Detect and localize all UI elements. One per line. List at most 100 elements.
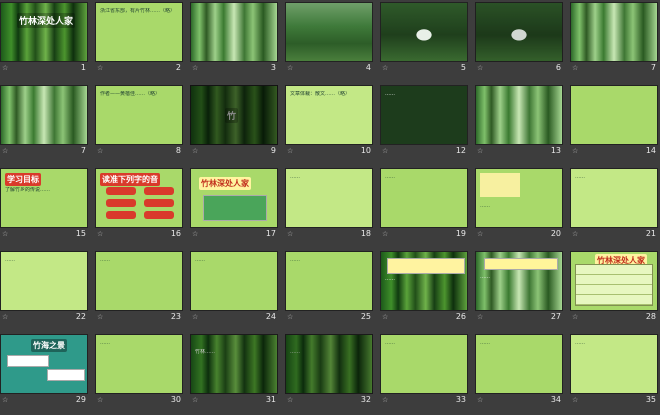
- slide-indicator-icon: ☆: [2, 396, 9, 404]
- slide-thumbnail[interactable]: …… ☆ 27: [475, 251, 563, 323]
- slide-indicator-icon: ☆: [382, 64, 389, 72]
- slide-number: 21: [645, 229, 656, 238]
- slide-number: 35: [645, 395, 656, 404]
- slide-thumbnail[interactable]: 竹林深处人家 ☆ 28: [570, 251, 658, 323]
- slide-sorter-grid: 竹林深处人家 ☆ 1 浙江省东部，有片竹林……（略） ☆ 2 ☆ 3 ☆ 4 ☆…: [0, 0, 660, 415]
- slide-number: 20: [550, 229, 561, 238]
- slide-number: 33: [455, 395, 466, 404]
- slide-thumbnail[interactable]: …… ☆ 23: [95, 251, 183, 323]
- slide-indicator-icon: ☆: [192, 313, 199, 321]
- slide-body-text: ……: [195, 257, 205, 263]
- slide-body-text: ……: [100, 257, 110, 263]
- slide-thumbnail[interactable]: ☆ 5: [380, 2, 468, 74]
- slide-number: 7: [80, 146, 86, 155]
- slide-body-text: ……: [290, 349, 300, 355]
- slide-body-text: ……: [575, 174, 585, 180]
- word-chip: [144, 211, 174, 219]
- word-chip: [144, 187, 174, 195]
- slide-thumbnail[interactable]: 读准下列字的音 ☆ 16: [95, 168, 183, 240]
- slide-indicator-icon: ☆: [97, 313, 104, 321]
- slide-thumbnail[interactable]: …… ☆ 33: [380, 334, 468, 406]
- slide-thumbnail[interactable]: …… ☆ 19: [380, 168, 468, 240]
- slide-number: 34: [550, 395, 561, 404]
- slide-number: 7: [650, 63, 656, 72]
- slide-panel: [203, 195, 267, 221]
- slide-thumbnail[interactable]: …… ☆ 22: [0, 251, 88, 323]
- slide-number: 6: [555, 63, 561, 72]
- slide-indicator-icon: ☆: [382, 396, 389, 404]
- slide-indicator-icon: ☆: [287, 147, 294, 155]
- slide-body-text: ……: [100, 340, 110, 346]
- slide-body-text: 文章体裁：散文……（略）: [290, 91, 351, 97]
- slide-thumbnail[interactable]: …… ☆ 25: [285, 251, 373, 323]
- slide-title: 竹林深处人家: [17, 13, 76, 28]
- slide-number: 1: [80, 63, 86, 72]
- word-chip: [144, 199, 174, 207]
- slide-thumbnail[interactable]: 竹 ☆ 9: [190, 85, 278, 157]
- slide-indicator-icon: ☆: [477, 396, 484, 404]
- slide-thumbnail[interactable]: …… ☆ 32: [285, 334, 373, 406]
- slide-thumbnail[interactable]: ☆ 14: [570, 85, 658, 157]
- slide-indicator-icon: ☆: [97, 147, 104, 155]
- slide-thumbnail[interactable]: …… ☆ 24: [190, 251, 278, 323]
- slide-body-text: 作者——黄蓓佳……（略）: [100, 91, 161, 97]
- slide-number: 16: [170, 229, 181, 238]
- slide-thumbnail[interactable]: 浙江省东部，有片竹林……（略） ☆ 2: [95, 2, 183, 74]
- slide-number: 19: [455, 229, 466, 238]
- slide-body-text: ……: [385, 91, 395, 97]
- slide-thumbnail[interactable]: ☆ 7: [570, 2, 658, 74]
- slide-thumbnail[interactable]: 竹林深处人家 ☆ 1: [0, 2, 88, 74]
- slide-number: 10: [360, 146, 371, 155]
- slide-thumbnail[interactable]: ☆ 3: [190, 2, 278, 74]
- slide-body-text: ……: [385, 174, 395, 180]
- slide-body-text: ……: [5, 257, 15, 263]
- slide-number: 27: [550, 312, 561, 321]
- slide-number: 26: [455, 312, 466, 321]
- slide-thumbnail[interactable]: ☆ 13: [475, 85, 563, 157]
- slide-thumbnail[interactable]: ☆ 4: [285, 2, 373, 74]
- slide-indicator-icon: ☆: [97, 396, 104, 404]
- slide-thumbnail[interactable]: 竹林…… ☆ 31: [190, 334, 278, 406]
- slide-title: 读准下列字的音: [100, 173, 160, 186]
- slide-indicator-icon: ☆: [192, 64, 199, 72]
- slide-body-text: ……: [385, 340, 395, 346]
- slide-thumbnail[interactable]: …… ☆ 21: [570, 168, 658, 240]
- slide-thumbnail[interactable]: ☆ 7: [0, 85, 88, 157]
- slide-indicator-icon: ☆: [192, 147, 199, 155]
- slide-thumbnail[interactable]: 学习目标 了解竹乡的传说…… ☆ 15: [0, 168, 88, 240]
- slide-thumbnail[interactable]: …… ☆ 34: [475, 334, 563, 406]
- slide-thumbnail[interactable]: 竹海之景 ☆ 29: [0, 334, 88, 406]
- slide-number: 30: [170, 395, 181, 404]
- slide-body-text: ……: [480, 340, 490, 346]
- slide-number: 32: [360, 395, 371, 404]
- slide-body-text: [575, 91, 653, 141]
- slide-number: 8: [175, 146, 181, 155]
- slide-thumbnail[interactable]: 文章体裁：散文……（略） ☆ 10: [285, 85, 373, 157]
- word-chip: [106, 199, 136, 207]
- slide-body-text: 了解竹乡的传说……: [5, 187, 51, 193]
- slide-indicator-icon: ☆: [287, 230, 294, 238]
- slide-thumbnail[interactable]: …… ☆ 20: [475, 168, 563, 240]
- slide-indicator-icon: ☆: [572, 230, 579, 238]
- slide-body-text: ……: [575, 340, 585, 346]
- slide-thumbnail[interactable]: ☆ 6: [475, 2, 563, 74]
- slide-thumbnail[interactable]: 竹林深处人家 ☆ 17: [190, 168, 278, 240]
- slide-thumbnail[interactable]: …… ☆ 30: [95, 334, 183, 406]
- slide-body-text: ……: [480, 203, 490, 209]
- slide-thumbnail[interactable]: …… ☆ 18: [285, 168, 373, 240]
- slide-indicator-icon: ☆: [2, 313, 9, 321]
- slide-title: 竹海之景: [31, 339, 67, 352]
- slide-indicator-icon: ☆: [97, 64, 104, 72]
- slide-indicator-icon: ☆: [2, 147, 9, 155]
- slide-title: 竹林深处人家: [199, 177, 251, 190]
- slide-number: 5: [460, 63, 466, 72]
- slide-thumbnail[interactable]: …… ☆ 26: [380, 251, 468, 323]
- slide-indicator-icon: ☆: [287, 313, 294, 321]
- slide-number: 22: [75, 312, 86, 321]
- slide-thumbnail[interactable]: …… ☆ 35: [570, 334, 658, 406]
- slide-number: 31: [265, 395, 276, 404]
- slide-indicator-icon: ☆: [2, 230, 9, 238]
- slide-thumbnail[interactable]: …… ☆ 12: [380, 85, 468, 157]
- slide-thumbnail[interactable]: 作者——黄蓓佳……（略） ☆ 8: [95, 85, 183, 157]
- slide-body-text: ……: [290, 257, 300, 263]
